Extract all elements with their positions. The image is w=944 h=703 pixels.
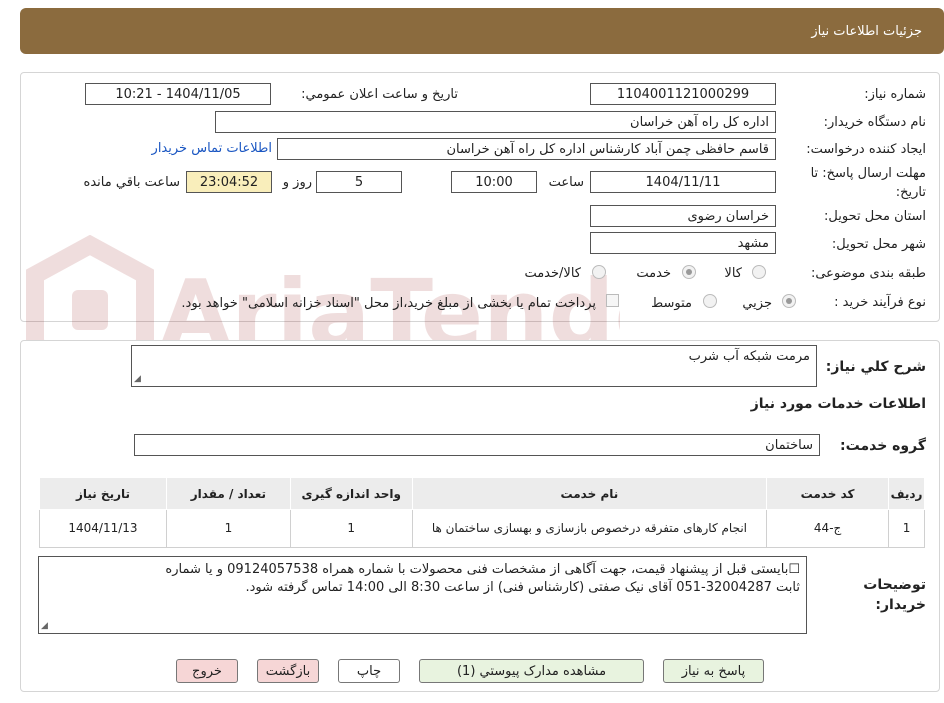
buyer-notes-line-1: بایستی قبل از پیشنهاد قیمت، جهت آگاهی از… xyxy=(165,562,789,577)
city-label: شهر محل تحویل: xyxy=(831,237,926,252)
services-section-title: اطلاعات خدمات مورد نياز xyxy=(750,396,926,412)
buyer-org-label: نام دستگاه خریدار: xyxy=(823,115,926,130)
table-header-row: ردیف کد خدمت نام خدمت واحد اندازه گیری ت… xyxy=(39,477,925,510)
view-attachments-button[interactable]: مشاهده مدارک پیوستي (1) xyxy=(419,659,644,683)
category-radio-goods[interactable] xyxy=(752,265,766,279)
summary-text: مرمت شبکه آب شرب xyxy=(688,349,810,364)
service-group-field: ساختمان xyxy=(134,434,820,456)
deadline-date-field: 1404/11/11 xyxy=(590,171,776,193)
treasury-checkbox[interactable] xyxy=(606,294,619,307)
notes-checkbox-icon: ☐ xyxy=(788,562,800,577)
exit-button[interactable]: خروج xyxy=(176,659,238,683)
category-option-goods: کالا xyxy=(724,266,742,281)
reply-to-need-button[interactable]: پاسخ به نیاز xyxy=(663,659,764,683)
column-header-service-name: نام خدمت xyxy=(411,477,768,510)
remaining-time-label: ساعت باقي مانده xyxy=(83,175,180,190)
deadline-time-field: 10:00 xyxy=(451,171,537,193)
summary-label: شرح کلي نياز: xyxy=(825,359,926,375)
need-number-label: شماره نیاز: xyxy=(864,87,926,102)
column-header-row-number: ردیف xyxy=(888,477,925,510)
print-button[interactable]: چاپ xyxy=(338,659,400,683)
cell-service-code: ج-44 xyxy=(766,509,890,548)
process-option-minor: جزيي xyxy=(742,296,772,311)
category-option-service: خدمت xyxy=(636,266,671,281)
days-label: روز و xyxy=(282,175,312,190)
resize-grip-icon[interactable]: ◢ xyxy=(41,622,48,631)
buyer-org-field: اداره کل راه آهن خراسان xyxy=(215,111,776,133)
cell-quantity: 1 xyxy=(165,509,291,548)
process-label: نوع فرآیند خرید : xyxy=(834,295,926,310)
service-group-label: گروه خدمت: xyxy=(840,438,926,454)
category-label: طبقه بندی موضوعی: xyxy=(810,266,926,281)
requester-field: قاسم حافظی چمن آباد کارشناس اداره کل راه… xyxy=(277,138,776,160)
resize-grip-icon[interactable]: ◢ xyxy=(134,375,141,384)
summary-textarea[interactable]: مرمت شبکه آب شرب ◢ xyxy=(131,345,817,387)
process-radio-medium[interactable] xyxy=(703,294,717,308)
deadline-time-label: ساعت xyxy=(548,175,584,190)
services-table: ردیف کد خدمت نام خدمت واحد اندازه گیری ت… xyxy=(39,477,925,548)
cell-row-number: 1 xyxy=(888,509,925,548)
requester-label: ایجاد کننده درخواست: xyxy=(806,142,926,157)
cell-unit: 1 xyxy=(289,509,413,548)
province-field: خراسان رضوی xyxy=(590,205,776,227)
remaining-time-field: 23:04:52 xyxy=(186,171,272,193)
days-field: 5 xyxy=(316,171,402,193)
category-radio-goods-service[interactable] xyxy=(592,265,606,279)
column-header-need-date: تاریخ نیاز xyxy=(39,477,167,510)
city-field: مشهد xyxy=(590,232,776,254)
category-radio-service[interactable] xyxy=(682,265,696,279)
column-header-quantity: تعداد / مقدار xyxy=(165,477,291,510)
column-header-unit: واحد اندازه گیری xyxy=(289,477,413,510)
province-label: استان محل تحویل: xyxy=(824,209,926,224)
announce-field: 1404/11/05 - 10:21 xyxy=(85,83,271,105)
column-header-service-code: کد خدمت xyxy=(766,477,890,510)
cell-service-name: انجام کارهای متفرقه درخصوص بازسازی و بهس… xyxy=(411,509,768,548)
buyer-contact-link[interactable]: اطلاعات تماس خریدار xyxy=(152,141,272,156)
buyer-notes-label: توضیحات خریدار: xyxy=(863,577,926,613)
announce-label: تاریخ و ساعت اعلان عمومي: xyxy=(301,87,458,102)
payment-note: پرداخت تمام یا بخشی از مبلغ خرید،از محل … xyxy=(181,296,596,311)
page-title: جزئیات اطلاعات نیاز xyxy=(811,23,922,39)
table-row: 1 ج-44 انجام کارهای متفرقه درخصوص بازساز… xyxy=(39,509,925,548)
category-option-goods-service: کالا/خدمت xyxy=(524,266,581,281)
process-option-medium: متوسط xyxy=(651,296,692,311)
deadline-label: مهلت ارسال پاسخ: تا تاریخ: xyxy=(810,166,926,200)
process-radio-minor[interactable] xyxy=(782,294,796,308)
page-header: جزئیات اطلاعات نیاز xyxy=(20,8,944,54)
back-button[interactable]: بازگشت xyxy=(257,659,319,683)
cell-need-date: 1404/11/13 xyxy=(39,509,167,548)
buyer-notes-textarea[interactable]: ☐بایستی قبل از پیشنهاد قیمت، جهت آگاهی ا… xyxy=(38,556,807,634)
need-number-field: 1104001121000299 xyxy=(590,83,776,105)
buyer-notes-line-2: ثابت 32004287-051 آقای نیک صفتی (کارشناس… xyxy=(245,580,800,596)
